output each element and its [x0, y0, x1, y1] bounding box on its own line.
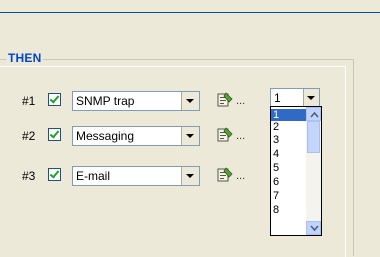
dropdown-scrollbar[interactable]: [306, 107, 321, 235]
action-enable-checkbox[interactable]: [48, 168, 61, 181]
configure-icon[interactable]: [216, 126, 234, 144]
priority-option[interactable]: 8: [271, 204, 306, 216]
scrollbar-thumb[interactable]: [307, 121, 320, 153]
chevron-down-icon[interactable]: [181, 127, 199, 145]
priority-option[interactable]: 2: [271, 121, 306, 133]
priority-option[interactable]: 3: [271, 134, 306, 146]
configure-ellipsis[interactable]: ...: [236, 170, 245, 182]
priority-selected-value: 1: [274, 91, 281, 105]
action-number: #2: [22, 129, 36, 143]
window-top-edge: [0, 0, 380, 13]
action-type-value: E-mail: [76, 169, 111, 183]
action-row-2: #2 Messaging ...: [0, 126, 260, 146]
action-type-value: Messaging: [76, 129, 135, 143]
action-type-value: SNMP trap: [76, 94, 135, 108]
action-type-select[interactable]: SNMP trap: [72, 91, 200, 111]
action-type-select[interactable]: E-mail: [72, 166, 200, 186]
priority-option[interactable]: 4: [271, 148, 306, 160]
chevron-down-icon[interactable]: [181, 92, 199, 110]
configure-icon[interactable]: [216, 91, 234, 109]
priority-option[interactable]: 6: [271, 176, 306, 188]
action-row-1: #1 SNMP trap ...: [0, 91, 260, 111]
scroll-down-arrow-icon[interactable]: [306, 221, 321, 235]
configure-ellipsis[interactable]: ...: [236, 130, 245, 142]
action-enable-checkbox[interactable]: [48, 128, 61, 141]
group-title: THEN: [6, 51, 44, 65]
priority-dropdown-list: 1 2 3 4 5 6 7 8: [270, 106, 322, 236]
priority-option[interactable]: 5: [271, 162, 306, 174]
priority-option[interactable]: 7: [271, 190, 306, 202]
action-number: #1: [22, 94, 36, 108]
priority-option[interactable]: 1: [271, 109, 306, 121]
configure-icon[interactable]: [216, 166, 234, 184]
chevron-down-icon[interactable]: [181, 167, 199, 185]
action-number: #3: [22, 169, 36, 183]
action-row-3: #3 E-mail ...: [0, 166, 260, 186]
priority-select[interactable]: 1: [270, 88, 320, 107]
configure-ellipsis[interactable]: ...: [236, 95, 245, 107]
chevron-down-icon[interactable]: [303, 89, 319, 106]
action-enable-checkbox[interactable]: [48, 93, 61, 106]
action-type-select[interactable]: Messaging: [72, 126, 200, 146]
scroll-up-arrow-icon[interactable]: [306, 107, 321, 121]
